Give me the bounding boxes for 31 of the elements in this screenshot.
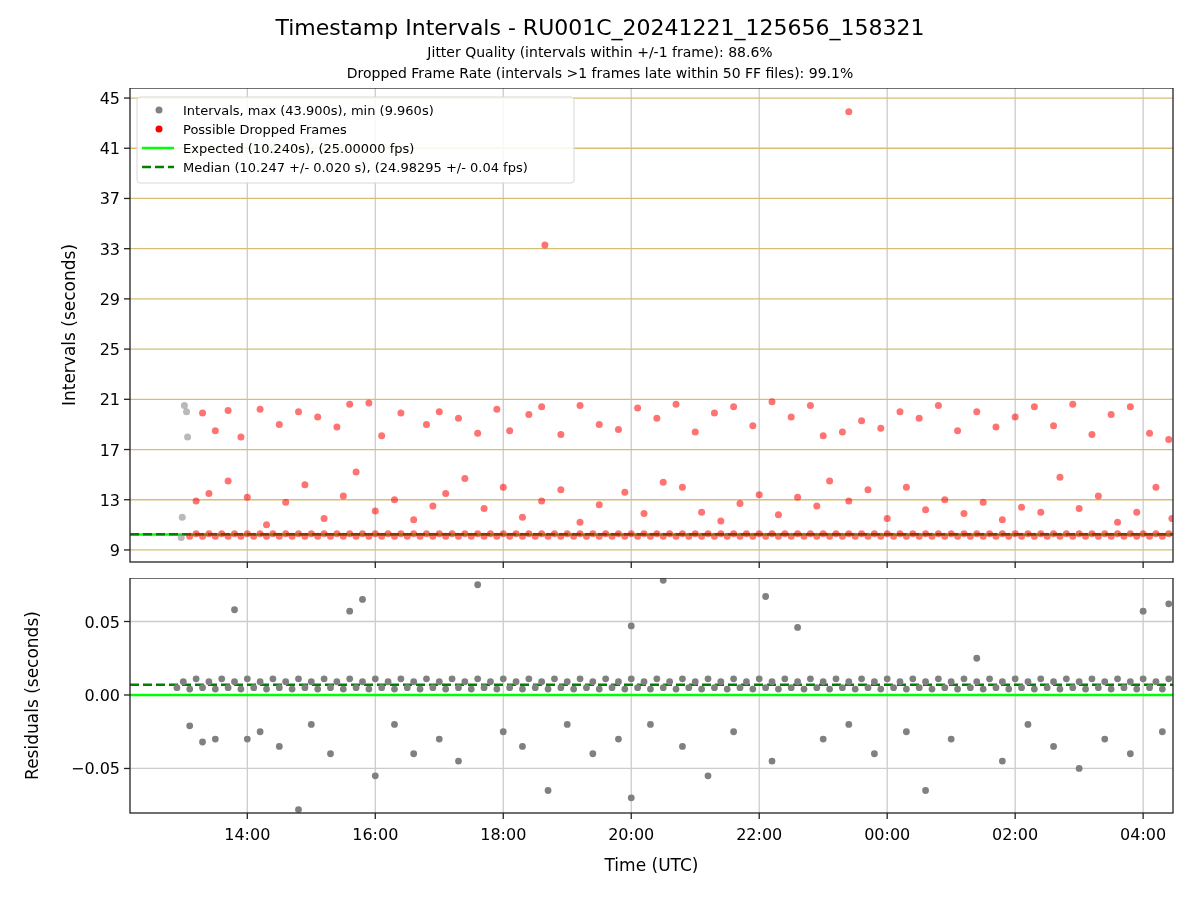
y-tick-label: 41 xyxy=(99,139,120,159)
y-axis-label: Residuals (seconds) xyxy=(22,611,42,780)
y-tick-label: 45 xyxy=(99,89,120,109)
x-tick-label: 02:00 xyxy=(992,825,1039,844)
x-tick-label: 18:00 xyxy=(480,825,527,844)
chart-subtitle: Dropped Frame Rate (intervals >1 frames late within 50 FF files): 99.1% xyxy=(346,64,854,83)
legend-label: Median (10.247 +/- 0.020 s), (24.98295 +/- 0.04 fps) xyxy=(183,159,528,175)
y-axis-label: Intervals (seconds) xyxy=(59,243,79,407)
y-tick-label: 0.00 xyxy=(84,686,120,705)
y-tick-label: 21 xyxy=(99,390,120,410)
x-axis-label: Time (UTC) xyxy=(604,855,699,875)
y-tick-label: 33 xyxy=(99,239,120,259)
y-tick-label: 9 xyxy=(109,540,120,560)
y-tick-label: 0.05 xyxy=(84,612,120,632)
y-tick-label: 37 xyxy=(99,189,120,209)
y-tick-label: 25 xyxy=(99,340,120,360)
x-tick-label: 04:00 xyxy=(1120,825,1167,844)
y-tick-label: 29 xyxy=(99,289,120,309)
legend-label: Expected (10.240s), (25.00000 fps) xyxy=(183,140,415,156)
x-tick-label: 00:00 xyxy=(864,825,911,844)
chart-title: Timestamp Intervals - RU001C_20241221_125656_158321 xyxy=(275,14,925,42)
legend-label: Intervals, max (43.900s), min (9.960s) xyxy=(183,102,434,118)
x-tick-label: 14:00 xyxy=(224,825,271,844)
x-tick-label: 16:00 xyxy=(352,825,399,844)
x-tick-label: 22:00 xyxy=(736,825,783,844)
chart-subtitle: Jitter Quality (intervals within +/-1 frame): 88.6% xyxy=(427,43,773,62)
y-tick-label: 17 xyxy=(99,440,120,460)
y-tick-label: 13 xyxy=(99,490,120,510)
y-tick-label: −0.05 xyxy=(70,759,120,779)
legend-label: Possible Dropped Frames xyxy=(183,121,347,137)
x-tick-label: 20:00 xyxy=(608,825,655,844)
